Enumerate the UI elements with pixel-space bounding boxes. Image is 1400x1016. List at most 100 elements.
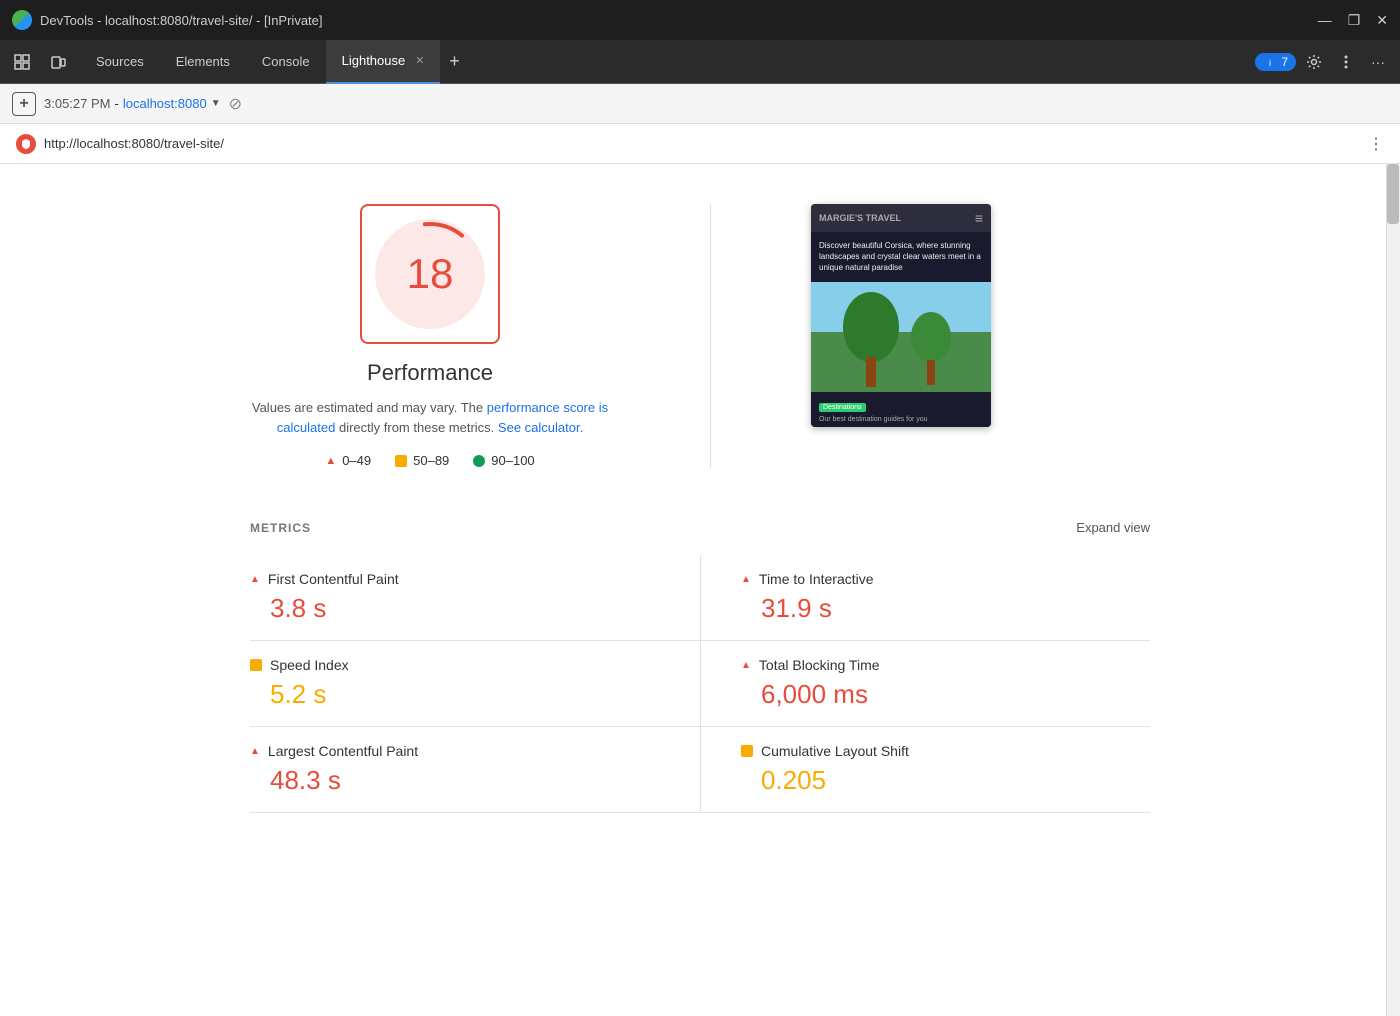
metric-fcp-name: First Contentful Paint (268, 571, 399, 587)
score-description: Values are estimated and may vary. The p… (250, 398, 610, 437)
expand-view-button[interactable]: Expand view (1076, 520, 1150, 535)
browser-icon (12, 10, 32, 30)
inspect-icon[interactable] (8, 48, 36, 76)
tab-lighthouse-label: Lighthouse (342, 53, 406, 68)
session-url[interactable]: localhost:8080 (123, 96, 207, 111)
url-chip: 3:05:27 PM - localhost:8080 ▼ (44, 96, 221, 111)
metric-tbt-value: 6,000 ms (741, 679, 1150, 710)
tab-elements-label: Elements (176, 54, 230, 69)
security-icon (16, 134, 36, 154)
metric-tti-header: ▲ Time to Interactive (741, 571, 1150, 587)
metrics-section: METRICS Expand view ▲ First Contentful P… (250, 520, 1150, 813)
triangle-red-icon: ▲ (741, 574, 751, 585)
ellipsis-icon: ··· (1371, 54, 1385, 70)
legend-orange: 50–89 (395, 453, 449, 468)
metrics-header: METRICS Expand view (250, 520, 1150, 535)
score-left: 18 Performance Values are estimated and … (250, 204, 610, 468)
secondary-toolbar: + 3:05:27 PM - localhost:8080 ▼ ⊘ (0, 84, 1400, 124)
legend-green: 90–100 (473, 453, 534, 468)
metric-tbt: ▲ Total Blocking Time 6,000 ms (700, 641, 1150, 727)
stop-icon[interactable]: ⊘ (229, 94, 242, 114)
tab-sources[interactable]: Sources (80, 40, 160, 84)
page-url[interactable]: http://localhost:8080/travel-site/ (44, 136, 1360, 151)
triangle-red-icon: ▲ (325, 455, 336, 467)
square-orange-icon (250, 659, 262, 671)
metric-cls: Cumulative Layout Shift 0.205 (700, 727, 1150, 813)
metric-si-name: Speed Index (270, 657, 349, 673)
metric-lcp: ▲ Largest Contentful Paint 48.3 s (250, 727, 700, 813)
screenshot-header: MARGIE'S TRAVEL ≡ (811, 204, 991, 232)
add-session-button[interactable]: + (12, 92, 36, 116)
metric-tti-value: 31.9 s (741, 593, 1150, 624)
screenshot-brand: MARGIE'S TRAVEL (819, 213, 901, 223)
scrollbar-thumb[interactable] (1387, 164, 1399, 224)
triangle-red-icon: ▲ (741, 660, 751, 671)
window-title: DevTools - localhost:8080/travel-site/ -… (40, 13, 1310, 28)
devtools-left-icons (8, 48, 72, 76)
score-section: 18 Performance Values are estimated and … (250, 204, 1150, 468)
screenshot-image (811, 282, 991, 392)
desc-text-2: directly from these metrics. (339, 420, 494, 435)
screenshot-menu-icon: ≡ (975, 210, 983, 226)
issues-count: 7 (1281, 55, 1288, 69)
tab-elements[interactable]: Elements (160, 40, 246, 84)
legend-orange-label: 50–89 (413, 453, 449, 468)
metric-si: Speed Index 5.2 s (250, 641, 700, 727)
metric-lcp-header: ▲ Largest Contentful Paint (250, 743, 660, 759)
metric-fcp: ▲ First Contentful Paint 3.8 s (250, 555, 700, 641)
performance-gauge: 18 (360, 204, 500, 344)
session-time: 3:05:27 PM (44, 96, 111, 111)
customize-icon[interactable] (1332, 48, 1360, 76)
restore-button[interactable]: ❐ (1348, 12, 1361, 29)
metric-cls-value: 0.205 (741, 765, 1150, 796)
score-circle: 18 (375, 219, 485, 329)
main-content: 18 Performance Values are estimated and … (0, 164, 1400, 1016)
add-tab-button[interactable]: + (440, 48, 468, 76)
metric-tti: ▲ Time to Interactive 31.9 s (700, 555, 1150, 641)
tab-console-label: Console (262, 54, 310, 69)
url-bar: http://localhost:8080/travel-site/ ⋮ (0, 124, 1400, 164)
content-area: 18 Performance Values are estimated and … (0, 164, 1400, 1016)
legend-red: ▲ 0–49 (325, 453, 371, 468)
metric-tbt-header: ▲ Total Blocking Time (741, 657, 1150, 673)
metrics-grid: ▲ First Contentful Paint 3.8 s ▲ Time to… (250, 555, 1150, 813)
square-orange-icon (741, 745, 753, 757)
destinations-badge: Destinations (819, 403, 866, 412)
metric-cls-name: Cumulative Layout Shift (761, 743, 909, 759)
circle-green-icon (473, 455, 485, 467)
metric-tbt-name: Total Blocking Time (759, 657, 880, 673)
screenshot-footer: Destinations Our best destination guides… (811, 392, 991, 427)
settings-icon[interactable] (1300, 48, 1328, 76)
score-value: 18 (407, 250, 454, 298)
legend: ▲ 0–49 50–89 90–100 (325, 453, 534, 468)
metric-fcp-value: 3.8 s (250, 593, 660, 624)
metric-tti-name: Time to Interactive (759, 571, 874, 587)
devtools-right-icons: i 7 ··· (1255, 48, 1392, 76)
dropdown-icon[interactable]: ▼ (211, 98, 221, 109)
close-tab-icon[interactable]: ✕ (415, 54, 424, 67)
title-bar: DevTools - localhost:8080/travel-site/ -… (0, 0, 1400, 40)
tab-lighthouse[interactable]: Lighthouse ✕ (326, 40, 441, 84)
more-options-icon[interactable]: ··· (1364, 48, 1392, 76)
desc-text-1: Values are estimated and may vary. The (252, 400, 483, 415)
separator: - (115, 96, 119, 111)
calculator-link[interactable]: See calculator. (498, 420, 583, 435)
triangle-red-icon: ▲ (250, 746, 260, 757)
minimize-button[interactable]: — (1318, 12, 1332, 28)
scrollbar[interactable] (1386, 164, 1400, 1016)
devtools-tabs: Sources Elements Console Lighthouse ✕ + … (0, 40, 1400, 84)
metric-si-header: Speed Index (250, 657, 660, 673)
close-button[interactable]: ✕ (1376, 12, 1388, 29)
window-controls: — ❐ ✕ (1318, 12, 1388, 29)
screenshot-footer-text: Our best destination guides for you (819, 416, 983, 423)
metric-lcp-value: 48.3 s (250, 765, 660, 796)
issues-badge[interactable]: i 7 (1255, 53, 1296, 71)
section-divider (710, 204, 711, 468)
device-icon[interactable] (44, 48, 72, 76)
screenshot-preview: MARGIE'S TRAVEL ≡ Discover beautiful Cor… (811, 204, 991, 427)
tab-console[interactable]: Console (246, 40, 326, 84)
legend-green-label: 90–100 (491, 453, 534, 468)
legend-red-label: 0–49 (342, 453, 371, 468)
screenshot-description: Discover beautiful Corsica, where stunni… (811, 232, 991, 282)
more-options-button[interactable]: ⋮ (1368, 134, 1384, 154)
